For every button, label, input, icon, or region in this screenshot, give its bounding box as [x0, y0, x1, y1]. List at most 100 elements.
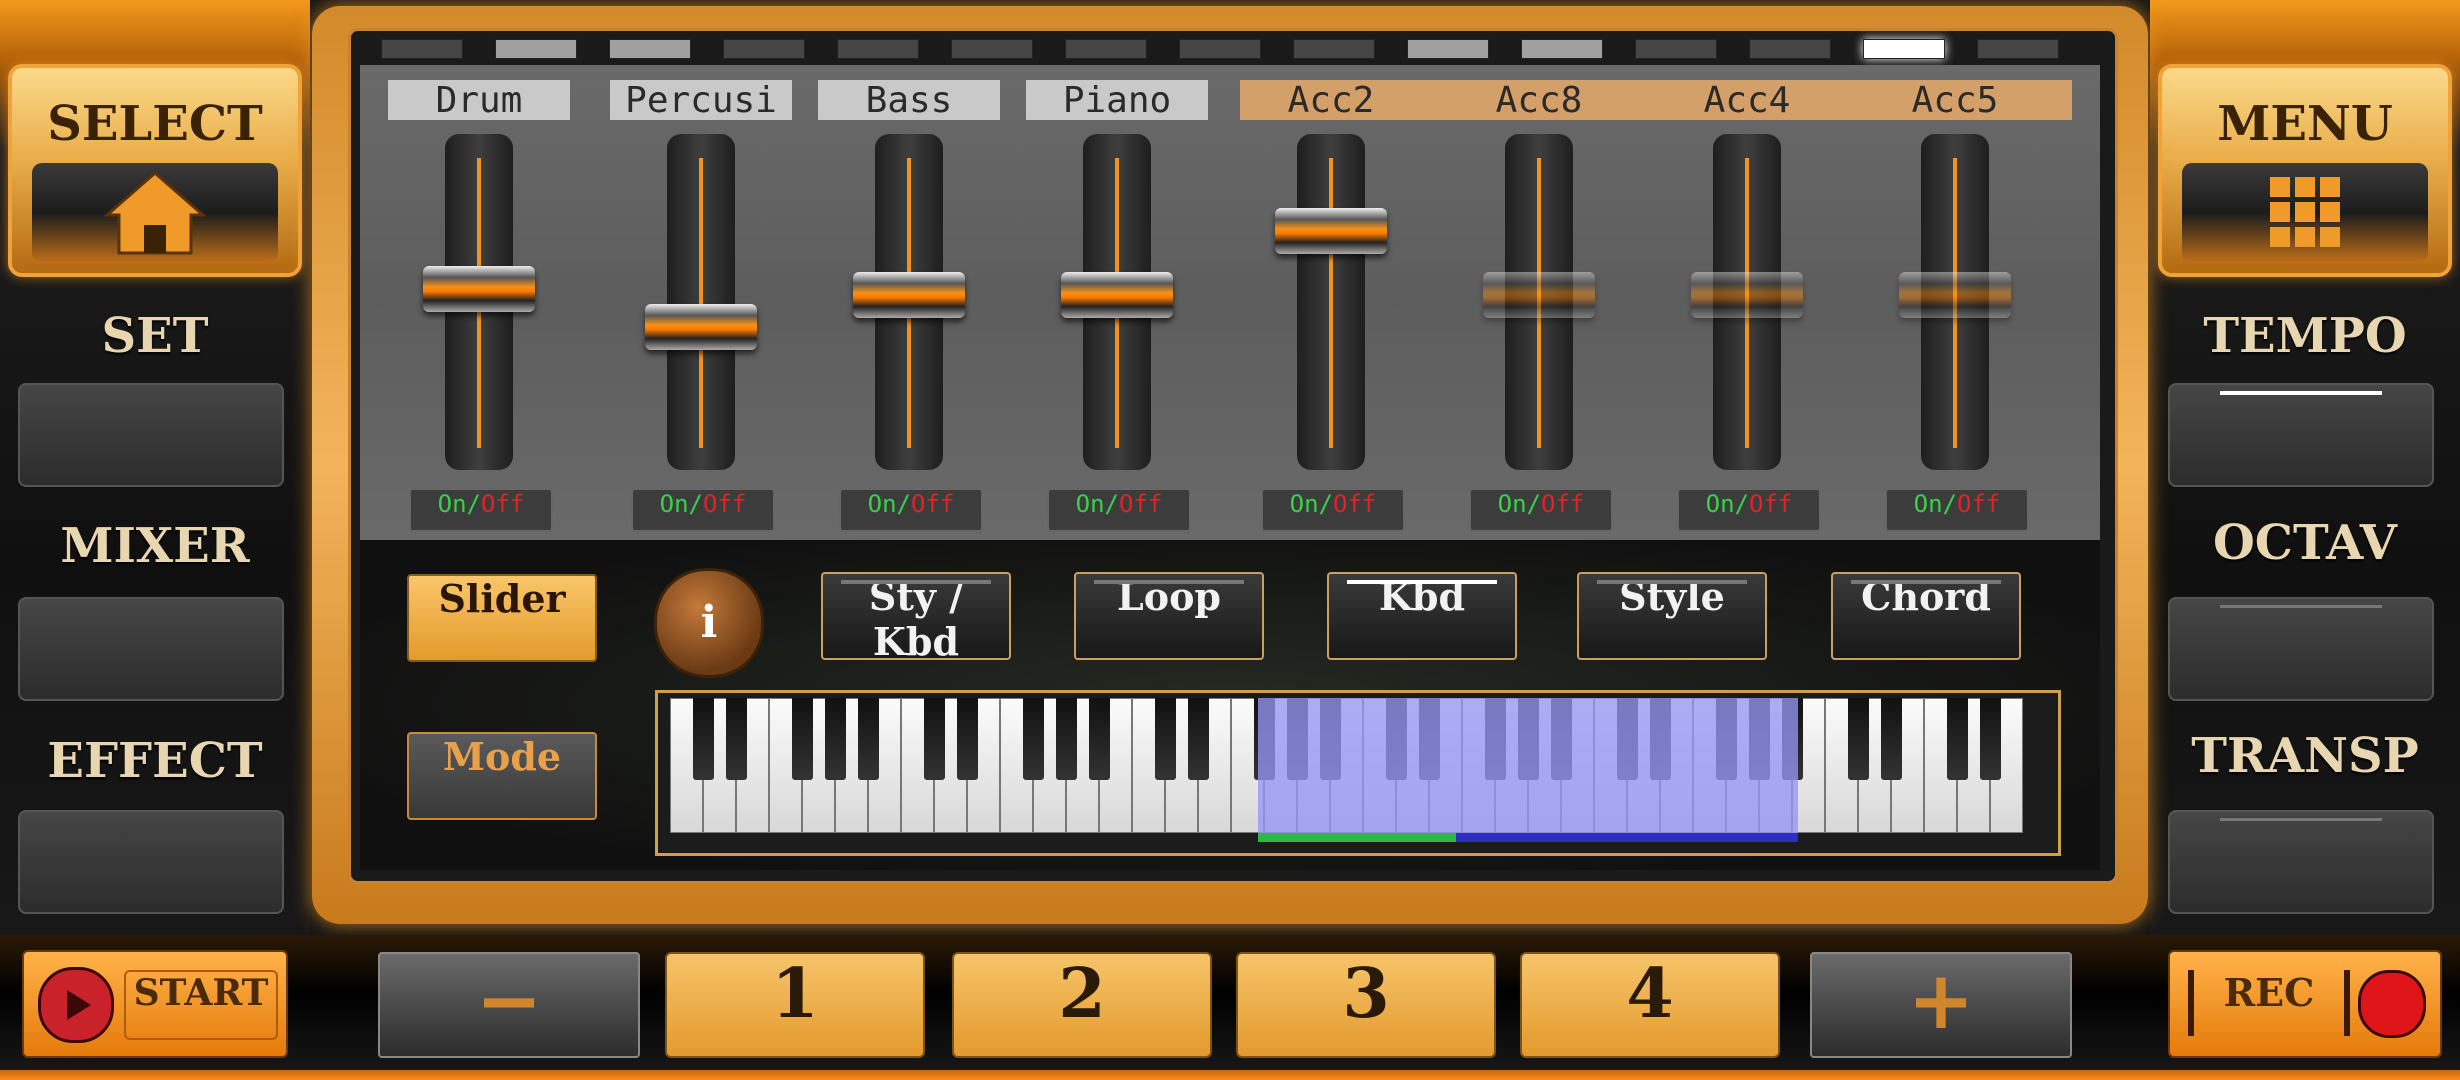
number-button-2[interactable]: 2	[952, 952, 1212, 1058]
set-button[interactable]	[18, 383, 284, 487]
kbd-button[interactable]: Kbd	[1327, 572, 1517, 660]
grid-icon-box	[2182, 163, 2428, 263]
info-button[interactable]: i	[654, 568, 764, 678]
chord-button[interactable]: Chord	[1831, 572, 2021, 660]
led-indicator	[723, 39, 805, 59]
menu-label: MENU	[2217, 96, 2393, 152]
onoff-off: Off	[1541, 490, 1585, 518]
start-button[interactable]: START	[22, 950, 288, 1058]
loop-button[interactable]: Loop	[1074, 572, 1264, 660]
black-key[interactable]	[792, 698, 813, 780]
style-button[interactable]: Style	[1577, 572, 1767, 660]
onoff-on: On	[1289, 490, 1319, 518]
slider-track-percusi[interactable]	[667, 134, 735, 470]
black-key[interactable]	[1155, 698, 1176, 780]
black-key[interactable]	[858, 698, 879, 780]
onoff-on: On	[1497, 490, 1527, 518]
right-panel: MENU TEMPO OCTAV TRANSP	[2150, 0, 2460, 935]
onoff-toggle-drum[interactable]: On/Off	[409, 488, 553, 532]
black-key[interactable]	[1980, 698, 2001, 780]
onoff-off: Off	[1333, 490, 1377, 518]
onoff-toggle-acc5[interactable]: On/Off	[1885, 488, 2029, 532]
onoff-on: On	[867, 490, 897, 518]
grid-icon	[2270, 177, 2340, 247]
channel-label-acc2: Acc2	[1287, 80, 1375, 121]
led-indicator	[609, 39, 691, 59]
onoff-off: Off	[703, 490, 747, 518]
minus-button[interactable]: −	[378, 952, 640, 1058]
onoff-toggle-acc8[interactable]: On/Off	[1469, 488, 1613, 532]
effect-label: EFFECT	[47, 733, 263, 789]
black-key[interactable]	[957, 698, 978, 780]
black-key[interactable]	[1056, 698, 1077, 780]
tempo-button[interactable]	[2168, 383, 2434, 487]
black-key[interactable]	[825, 698, 846, 780]
onoff-on: On	[1705, 490, 1735, 518]
rec-label: REC	[2188, 970, 2350, 1036]
slider-knob-drum[interactable]	[423, 266, 535, 313]
onoff-sep: /	[688, 490, 703, 518]
led-indicator	[1863, 39, 1945, 59]
transp-button[interactable]	[2168, 810, 2434, 914]
effect-button[interactable]	[18, 810, 284, 914]
number-button-3[interactable]: 3	[1236, 952, 1496, 1058]
channel-label-bass: Bass	[818, 80, 1000, 121]
onoff-toggle-bass[interactable]: On/Off	[839, 488, 983, 532]
onoff-off: Off	[911, 490, 955, 518]
onoff-off: Off	[481, 490, 525, 518]
mixer-panel	[360, 65, 2100, 540]
slider-track-acc2[interactable]	[1297, 134, 1365, 470]
sty-kbd-button[interactable]: Sty / Kbd	[821, 572, 1011, 664]
menu-button[interactable]: MENU	[2158, 64, 2452, 277]
piano-keyboard[interactable]	[655, 690, 2061, 856]
black-key[interactable]	[693, 698, 714, 780]
channel-label-acc4: Acc4	[1703, 80, 1791, 121]
onoff-toggle-percusi[interactable]: On/Off	[631, 488, 775, 532]
onoff-toggle-acc4[interactable]: On/Off	[1677, 488, 1821, 532]
bottom-bar	[0, 935, 2460, 1080]
slider-knob-acc8[interactable]	[1483, 272, 1595, 318]
sty-kbd-label: Sty / Kbd	[868, 574, 964, 664]
led-indicator	[1293, 39, 1375, 59]
onoff-toggle-acc2[interactable]: On/Off	[1261, 488, 1405, 532]
onoff-off: Off	[1957, 490, 2001, 518]
tempo-label: TEMPO	[2203, 308, 2407, 364]
slider-knob-acc2[interactable]	[1275, 208, 1387, 255]
onoff-on: On	[659, 490, 689, 518]
number-button-1[interactable]: 1	[665, 952, 925, 1058]
black-key[interactable]	[1023, 698, 1044, 780]
black-key[interactable]	[1188, 698, 1209, 780]
plus-button[interactable]: +	[1810, 952, 2072, 1058]
octav-button[interactable]	[2168, 597, 2434, 701]
led-indicator	[837, 39, 919, 59]
record-icon	[2358, 970, 2426, 1038]
slider-button[interactable]: Slider	[407, 574, 597, 662]
led-indicator	[951, 39, 1033, 59]
black-key[interactable]	[1848, 698, 1869, 780]
black-key[interactable]	[924, 698, 945, 780]
range-marker-melody	[1456, 833, 1798, 842]
octav-label: OCTAV	[2212, 515, 2398, 571]
slider-knob-percusi[interactable]	[645, 303, 757, 350]
slider-knob-bass[interactable]	[853, 272, 965, 318]
slider-knob-acc4[interactable]	[1691, 272, 1803, 318]
black-key[interactable]	[1881, 698, 1902, 780]
left-panel: SELECT SET MIXER EFFECT	[0, 0, 310, 935]
mixer-button[interactable]	[18, 597, 284, 701]
mode-button[interactable]: Mode	[407, 732, 597, 820]
select-button[interactable]: SELECT	[8, 64, 302, 277]
onoff-toggle-piano[interactable]: On/Off	[1047, 488, 1191, 532]
black-key[interactable]	[1947, 698, 1968, 780]
rec-button[interactable]: REC	[2168, 950, 2442, 1058]
channel-label-piano: Piano	[1026, 80, 1208, 121]
slider-knob-acc5[interactable]	[1899, 272, 2011, 318]
led-indicator	[1065, 39, 1147, 59]
range-marker-chord	[1258, 833, 1456, 842]
onoff-sep: /	[1526, 490, 1541, 518]
slider-knob-piano[interactable]	[1061, 272, 1173, 318]
channel-label-acc5: Acc5	[1911, 80, 1999, 121]
black-key[interactable]	[726, 698, 747, 780]
onoff-sep: /	[1104, 490, 1119, 518]
black-key[interactable]	[1089, 698, 1110, 780]
number-button-4[interactable]: 4	[1520, 952, 1780, 1058]
